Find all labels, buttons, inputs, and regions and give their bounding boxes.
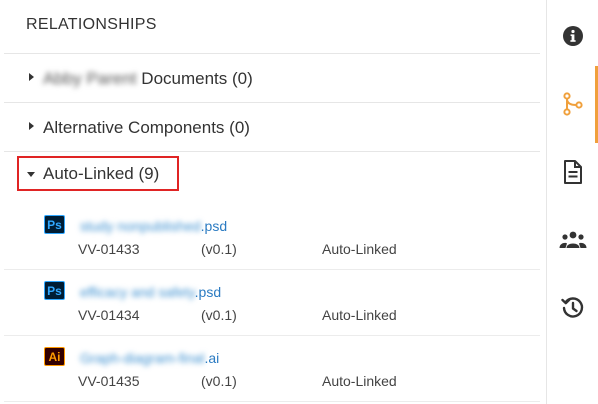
section-auto-linked[interactable]: Auto-Linked (9) [43, 164, 159, 184]
photoshop-icon: Ps [44, 215, 65, 234]
photoshop-icon: Ps [44, 281, 65, 300]
file-extension: .psd [194, 284, 222, 300]
document-icon [564, 160, 582, 184]
history-icon [561, 297, 584, 318]
document-number: VV-01433 [78, 241, 140, 257]
info-button[interactable] [547, 6, 598, 66]
file-link[interactable]: study nonpublished.psd [80, 218, 227, 234]
relation-type: Auto-Linked [322, 307, 397, 323]
file-link[interactable]: Graph-diagram-final.ai [80, 350, 219, 366]
section-alternative-components[interactable]: Alternative Components (0) [4, 103, 540, 152]
blurred-file-name: study nonpublished [80, 218, 201, 234]
file-extension: .psd [200, 218, 228, 234]
document-button[interactable] [547, 142, 598, 202]
relation-type: Auto-Linked [322, 241, 397, 257]
relationships-button[interactable] [547, 74, 598, 134]
users-button[interactable] [547, 210, 598, 270]
list-item: Ps study nonpublished.psd VV-01433 (v0.1… [4, 204, 540, 270]
side-rail [546, 0, 598, 404]
illustrator-icon: Ai [44, 347, 65, 366]
file-extension: .ai [204, 350, 220, 366]
section-parent-documents[interactable]: Abby Parent Documents (0) [4, 54, 540, 103]
users-icon [559, 231, 587, 248]
caret-right-icon [29, 122, 34, 130]
section-label: Alternative Components (0) [43, 118, 250, 137]
document-version: (v0.1) [201, 241, 237, 257]
caret-down-icon[interactable] [27, 172, 35, 177]
file-link[interactable]: efficacy and safety.psd [80, 284, 221, 300]
relationships-icon [563, 92, 583, 116]
list-item: Ai Graph-diagram-final.ai VV-01435 (v0.1… [4, 336, 540, 402]
relation-type: Auto-Linked [322, 373, 397, 389]
history-button[interactable] [547, 278, 598, 338]
document-version: (v0.1) [201, 373, 237, 389]
blurred-file-name: efficacy and safety [80, 284, 195, 300]
panel-title: RELATIONSHIPS [26, 16, 157, 33]
document-number: VV-01435 [78, 373, 140, 389]
caret-right-icon [29, 73, 34, 81]
section-label: Abby Parent Documents (0) [43, 69, 253, 89]
document-version: (v0.1) [201, 307, 237, 323]
info-icon [563, 26, 583, 46]
section-label-suffix: Documents (0) [141, 69, 253, 88]
blurred-text: Abby Parent [43, 69, 137, 88]
list-item: Ps efficacy and safety.psd VV-01434 (v0.… [4, 270, 540, 336]
document-number: VV-01434 [78, 307, 140, 323]
relationships-panel: RELATIONSHIPS Abby Parent Documents (0) … [0, 0, 546, 404]
blurred-file-name: Graph-diagram-final [80, 350, 205, 366]
